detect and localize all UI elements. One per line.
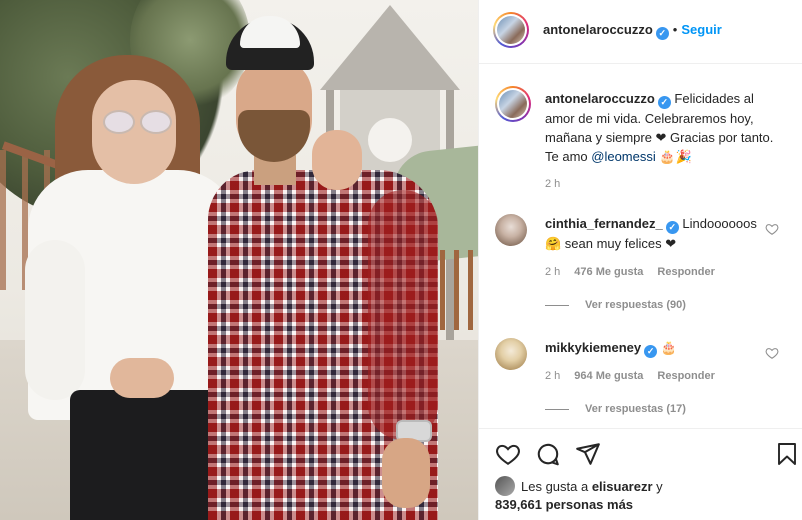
caption-timestamp[interactable]: 2 h [545, 178, 560, 190]
comment-text: cinthia_fernandez_ ✓ Lindoooooos 🤗 sean m… [545, 214, 765, 253]
heart-icon[interactable] [495, 441, 521, 467]
woman-hands [110, 358, 174, 398]
woman-hand-on-shoulder [312, 130, 362, 190]
comment-likes[interactable]: 964 Me gusta [574, 370, 643, 382]
replies-line [545, 408, 569, 410]
comment-timestamp[interactable]: 2 h [545, 266, 560, 278]
bookmark-icon[interactable] [775, 441, 799, 467]
playground-window [368, 118, 412, 162]
verified-badge-icon: ✓ [655, 27, 669, 40]
caption-author-avatar[interactable] [495, 86, 531, 122]
post-header: antonelaroccuzzo ✓ • Seguir [479, 0, 802, 64]
likes-prefix: Les gusta a [521, 479, 592, 494]
caption-emoji: 🎂🎉 [655, 149, 692, 164]
comment-heart-icon[interactable] [765, 346, 779, 360]
comment-timestamp[interactable]: 2 h [545, 370, 560, 382]
comment-likes[interactable]: 476 Me gusta [574, 266, 643, 278]
post-side-panel: antonelaroccuzzo ✓ • Seguir antonelaroccuzz… [478, 0, 802, 520]
post-photo[interactable] [0, 0, 478, 520]
post-actions: Les gusta a elisuarezr y 839,661 personas… [479, 428, 802, 520]
playground-roof [320, 5, 460, 90]
verified-badge-icon: ✓ [657, 96, 671, 109]
view-replies-button[interactable]: Ver respuestas (90) [545, 299, 686, 311]
man-hand [382, 438, 430, 508]
reply-button[interactable]: Responder [657, 266, 714, 278]
sunglasses-lens [140, 110, 172, 134]
view-replies-label: Ver respuestas (17) [585, 403, 686, 415]
comment-meta: 2 h 476 Me gusta Responder [545, 266, 715, 278]
commenter-avatar[interactable] [495, 338, 527, 370]
verified-badge-icon: ✓ [644, 345, 658, 358]
reply-button[interactable]: Responder [657, 370, 714, 382]
liker-username[interactable]: elisuarezr [592, 479, 653, 494]
woman-arm [25, 240, 85, 400]
caption-mention-link[interactable]: @leomessi [591, 149, 656, 164]
share-icon[interactable] [575, 441, 601, 467]
comment-icon[interactable] [535, 441, 561, 467]
man-beard [238, 110, 310, 162]
comment-username[interactable]: cinthia_fernandez_ [545, 216, 663, 231]
comment-username[interactable]: mikkykiemeney [545, 340, 641, 355]
comment-body: 🎂 [660, 340, 677, 355]
follow-button[interactable]: Seguir [681, 22, 721, 37]
replies-line [545, 304, 569, 306]
comment-heart-icon[interactable] [765, 222, 779, 236]
author-avatar[interactable] [493, 12, 529, 48]
man-cap-front [240, 16, 300, 48]
man-arm [368, 190, 438, 440]
view-replies-button[interactable]: Ver respuestas (17) [545, 403, 686, 415]
commenter-avatar[interactable] [495, 214, 527, 246]
comment-meta: 2 h 964 Me gusta Responder [545, 370, 715, 382]
view-replies-label: Ver respuestas (90) [585, 299, 686, 311]
verified-badge-icon: ✓ [665, 221, 679, 234]
likes-middle: y [652, 479, 663, 494]
header-line: antonelaroccuzzo ✓ • Seguir [543, 22, 722, 40]
likes-count[interactable]: 839,661 personas más [495, 497, 633, 512]
caption-text: antonelaroccuzzo ✓ Felicidades al amor de… [545, 89, 785, 166]
author-username[interactable]: antonelaroccuzzo [543, 22, 653, 37]
comment-text: mikkykiemeney ✓ 🎂 [545, 338, 765, 358]
caption-username[interactable]: antonelaroccuzzo [545, 91, 655, 106]
liker-avatar[interactable] [495, 476, 515, 496]
sunglasses-lens [103, 110, 135, 134]
likes-summary: Les gusta a elisuarezr y 839,661 personas… [495, 476, 785, 514]
separator-dot: • [672, 22, 678, 37]
